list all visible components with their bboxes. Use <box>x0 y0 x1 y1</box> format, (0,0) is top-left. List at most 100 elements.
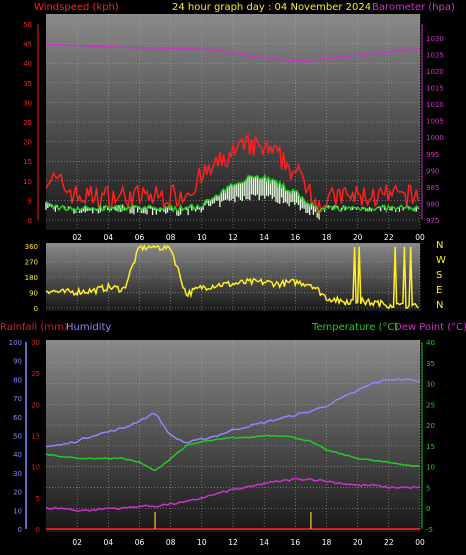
tick-label: 0 <box>18 526 22 534</box>
tick-label: 10 <box>23 178 32 186</box>
tick-label: 80 <box>13 376 22 384</box>
x-tick-label: 14 <box>259 538 269 547</box>
tick-label: 1025 <box>426 51 444 59</box>
tick-label: 100 <box>9 339 22 347</box>
humidity-title: Humidity <box>66 322 111 333</box>
direction-compass-axis: NWSEN <box>436 240 446 311</box>
x-tick-label: 12 <box>228 538 238 547</box>
windspeed-title: Windspeed (kph) <box>34 2 119 13</box>
tick-label: 270 <box>25 259 38 267</box>
graph-title: 24 hour graph day : 04 November 2024 <box>172 2 371 13</box>
tick-label: 180 <box>25 274 38 282</box>
tick-label: 5 <box>426 484 430 492</box>
tick-label: 15 <box>426 443 435 451</box>
x-tick-label: 02 <box>72 233 82 242</box>
tick-label: 60 <box>13 414 22 422</box>
x-tick-label: 00 <box>415 538 425 547</box>
tick-label: 1000 <box>426 134 444 142</box>
x-tick-label: 08 <box>166 538 176 547</box>
weather-graph: Windspeed (kph) 24 hour graph day : 04 N… <box>0 2 466 547</box>
tick-label: 1015 <box>426 85 444 93</box>
temperature-title: Temperature (°C) <box>311 322 398 333</box>
tick-label: 975 <box>426 217 439 225</box>
wind-left-axis: 0 5 10 15 20 25 30 35 40 45 50 <box>23 21 39 225</box>
tick-label: 10 <box>13 507 22 515</box>
rainfall-title: Rainfall (mm) <box>0 322 68 333</box>
tick-label: 40 <box>23 60 32 68</box>
tick-label: 20 <box>426 422 435 430</box>
tick-label: 995 <box>426 151 439 159</box>
tick-label: 25 <box>31 370 40 378</box>
tick-label: 40 <box>426 339 435 347</box>
tick-label: 1005 <box>426 118 444 126</box>
tick-label: 30 <box>13 470 22 478</box>
compass-label: S <box>436 270 442 281</box>
tick-label: 5 <box>36 495 40 503</box>
tick-label: 985 <box>426 184 439 192</box>
tick-label: 50 <box>13 433 22 441</box>
x-tick-label: 10 <box>197 233 207 242</box>
tick-label: -5 <box>426 526 433 534</box>
tick-label: 45 <box>23 41 32 49</box>
direction-left-axis: 0 90 180 270 360 <box>25 243 38 313</box>
barometer-title: Barometer (hpa) <box>372 2 455 13</box>
dewpoint-title: Dew Point (°C) <box>394 322 466 333</box>
x-tick-label: 16 <box>291 538 301 547</box>
tick-label: 10 <box>426 464 435 472</box>
tick-label: 20 <box>31 401 40 409</box>
tick-label: 360 <box>25 243 38 251</box>
compass-label: N <box>436 240 443 251</box>
x-tick-label: 04 <box>104 233 114 242</box>
compass-label: W <box>436 255 446 266</box>
temp-right-axis: -5 0 5 10 15 20 25 30 35 40 <box>421 339 435 534</box>
x-tick-label: 16 <box>291 233 301 242</box>
tick-label: 25 <box>23 119 32 127</box>
tick-label: 30 <box>426 381 435 389</box>
x-tick-label: 22 <box>384 538 394 547</box>
tick-label: 35 <box>426 360 435 368</box>
tick-label: 35 <box>23 80 32 88</box>
x-tick-label: 04 <box>104 538 114 547</box>
tick-label: 40 <box>13 451 22 459</box>
wind-x-axis: 02 04 06 08 10 12 14 16 18 20 22 00 <box>72 233 425 242</box>
x-tick-label: 12 <box>228 233 238 242</box>
tick-label: 980 <box>426 200 439 208</box>
rain-left-axis: 0 5 10 15 20 25 30 <box>31 339 40 534</box>
x-tick-label: 20 <box>353 233 363 242</box>
x-tick-label: 18 <box>322 538 332 547</box>
x-tick-label: 22 <box>384 233 394 242</box>
x-tick-label: 06 <box>135 538 145 547</box>
temp-x-axis: 02 04 06 08 10 12 14 16 18 20 22 00 <box>72 538 425 547</box>
humidity-left-axis: 0 10 20 30 40 50 60 70 80 90 100 <box>9 339 27 534</box>
tick-label: 15 <box>31 433 40 441</box>
tick-label: 25 <box>426 401 435 409</box>
x-tick-label: 08 <box>166 233 176 242</box>
compass-label: N <box>436 300 443 311</box>
tick-label: 1010 <box>426 101 444 109</box>
x-tick-label: 10 <box>197 538 207 547</box>
tick-label: 70 <box>13 395 22 403</box>
tick-label: 30 <box>31 339 40 347</box>
tick-label: 5 <box>28 197 32 205</box>
x-tick-label: 06 <box>135 233 145 242</box>
tick-label: 90 <box>29 290 38 298</box>
tick-label: 15 <box>23 158 32 166</box>
compass-label: E <box>436 285 442 296</box>
tick-label: 990 <box>426 167 439 175</box>
x-tick-label: 00 <box>415 233 425 242</box>
x-tick-label: 14 <box>259 233 269 242</box>
tick-label: 20 <box>13 489 22 497</box>
tick-label: 1020 <box>426 68 444 76</box>
tick-label: 0 <box>426 505 430 513</box>
tick-label: 0 <box>28 217 32 225</box>
barometer-right-axis: 975 980 985 990 995 1000 1005 1010 1015 1020 1025 1… <box>421 24 444 225</box>
x-tick-label: 18 <box>322 233 332 242</box>
tick-label: 30 <box>23 99 32 107</box>
tick-label: 0 <box>34 305 38 313</box>
tick-label: 90 <box>13 358 22 366</box>
x-tick-label: 02 <box>72 538 82 547</box>
tick-label: 10 <box>31 464 40 472</box>
x-tick-label: 20 <box>353 538 363 547</box>
tick-label: 1030 <box>426 35 444 43</box>
tick-label: 0 <box>36 526 40 534</box>
